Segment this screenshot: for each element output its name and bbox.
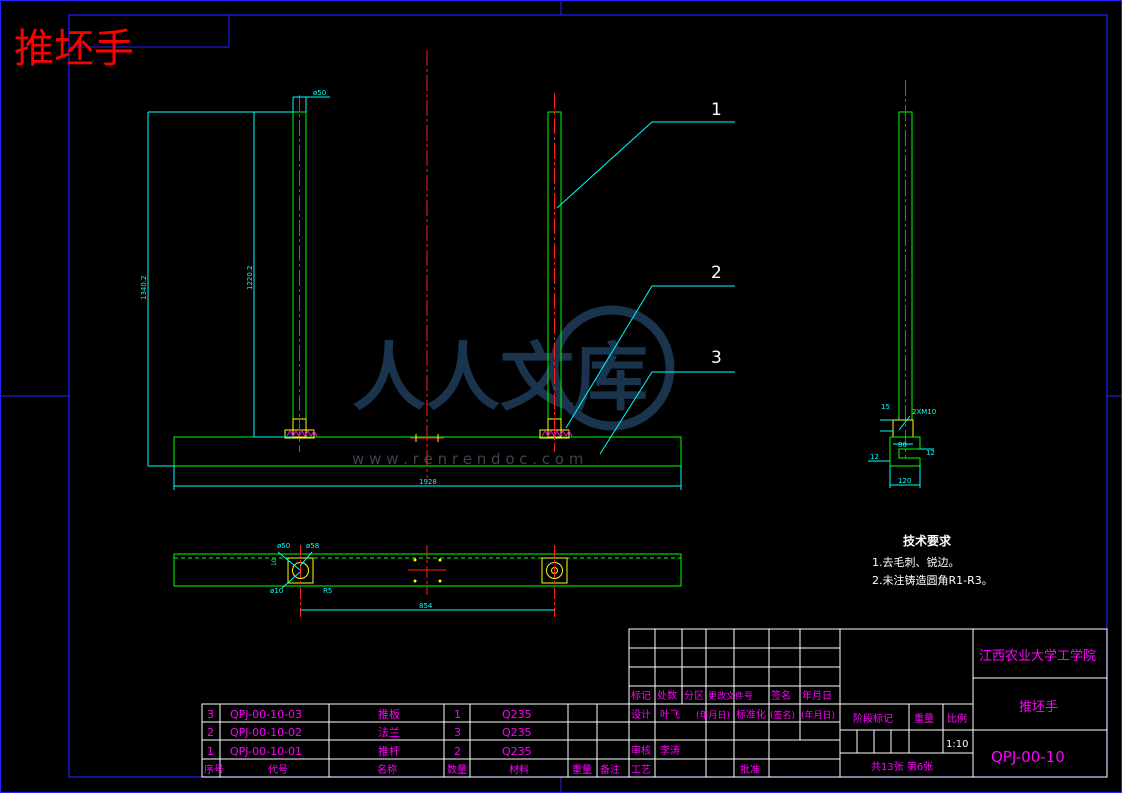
tb-stage-label: 阶段标记 [853,712,893,725]
leader-plan-a [277,551,301,571]
tb-rev-h-mark: 标记 [631,690,651,702]
dim-side-80: 80 [898,441,907,449]
bom-h-name: 名称 [377,763,397,776]
dim-d50: ø50 [313,89,326,97]
bom-h-weight: 重量 [572,763,592,776]
balloon-1: 1 [711,100,722,120]
tb-checker: 李涛 [660,744,680,757]
tb-check-label: 审核 [631,744,651,757]
tb-craft-label: 工艺 [631,764,651,776]
tb-design-label: 设计 [631,708,651,721]
bom-name-2: 法兰 [378,725,400,739]
cad-drawing: 推坯手 人人文库 w w w . r e n r e n d o c . c o… [0,0,1122,793]
tb-scale: 1:10 [946,739,968,750]
tb-date-ph2: (年月日) [801,709,835,721]
dim-h-total: 1340.2 [140,276,148,301]
tb-school: 江西农业大学工学院 [979,648,1096,664]
side-flange [892,419,914,438]
balloon-2: 2 [711,263,722,283]
dim-len: 1928 [419,478,437,486]
bom-mat-3: Q235 [502,745,532,758]
bom-no-2: 2 [207,726,214,739]
tb-std-label: 标准化 [736,708,766,721]
tech-item-2: 2.未注铸造圆角R1-R3。 [872,573,993,587]
watermark-url: w w w . r e n r e n d o c . c o m [352,450,583,468]
bom-h-code: 代号 [268,764,288,776]
tb-rev-h-count: 处数 [657,689,677,702]
leader-1 [556,121,735,209]
dim-plan-d58: ø58 [306,542,319,550]
tb-rev-h-zone: 分区 [684,690,704,702]
bom-h-no: 序号 [204,763,224,776]
dim-side-120: 120 [898,477,911,485]
tb-approve-label: 批准 [740,763,760,776]
watermark-text: 人人文库 [352,335,648,421]
bom-name-3: 推杆 [378,744,400,758]
watermark: 人人文库 w w w . r e n r e n d o c . c o m [352,305,675,468]
dim-side-bolt: 2XM10 [912,408,936,416]
plan-hole-2 [438,558,442,562]
bom-no-1: 3 [207,708,214,721]
side-view: 120 80 15 2XM10 12 12 [868,80,936,488]
balloon-3: 3 [711,348,722,368]
tech-item-1: 1.去毛刺、锐边。 [872,555,960,569]
bom-qty-3: 2 [454,745,461,758]
tb-sheets: 共13张 第6张 [871,760,933,773]
bom-h-mat: 材料 [509,763,529,776]
bom-code-1: QPJ-00-10-03 [230,708,302,721]
bom-h-qty: 数量 [447,763,467,776]
dim-plan-10: 10 [271,558,278,566]
bom-code-2: QPJ-00-10-02 [230,726,302,739]
dim-h-post: 1220.2 [246,266,254,291]
dim-side-12a: 12 [870,453,879,461]
bom-qty-2: 3 [454,726,461,739]
bom-name-1: 推板 [378,707,400,721]
tech-title: 技术要求 [903,533,952,548]
leader-bolt [898,415,911,431]
bom-text: 3 QPJ-00-10-03 推板 1 Q235 2 QPJ-00-10-02 … [204,707,620,776]
plan-hole-1 [413,558,417,562]
title-stamp: 推坯手 [14,26,134,72]
tech-requirements: 技术要求 1.去毛刺、锐边。 2.未注铸造圆角R1-R3。 [872,533,993,587]
bom-h-remark: 备注 [600,763,620,776]
bom-mat-2: Q235 [502,726,532,739]
dim-side-12b: 12 [926,449,935,457]
tb-rev-h-date: 年月日 [802,689,832,702]
plan-hole-3 [413,579,417,583]
tb-scale-label: 比例 [947,712,967,725]
weld-symbol-right [541,430,573,437]
plan-view: 854 ø50 ø58 ø10 R5 10 [173,542,682,617]
tb-drawing-no: QPJ-00-10 [991,748,1065,766]
dim-side-15: 15 [881,403,890,411]
bom-mat-1: Q235 [502,708,532,721]
dim-plan-r5: R5 [323,587,332,595]
tb-date-ph: (年月日) [696,709,730,721]
plan-hole-4 [438,579,442,583]
tb-part-name: 推坯手 [1019,700,1058,715]
tb-rev-h-file: 更改文件号 [708,690,753,702]
dim-plan-d50: ø50 [277,542,290,550]
dim-854: 854 [419,602,433,610]
bom-no-3: 1 [207,745,214,758]
dim-plan-d10: ø10 [270,587,283,595]
front-view: ø50 1340.2 1220.2 1928 1 2 3 [140,50,735,490]
bom-code-3: QPJ-00-10-01 [230,745,302,758]
bom-qty-1: 1 [454,708,461,721]
tb-rev-h-sign: 签名 [771,689,791,702]
tb-weight-label: 重量 [914,712,934,725]
tb-designer: 叶飞 [660,709,680,721]
weld-symbol-left [286,430,318,437]
tb-sign-ph: (签名) [770,709,795,721]
